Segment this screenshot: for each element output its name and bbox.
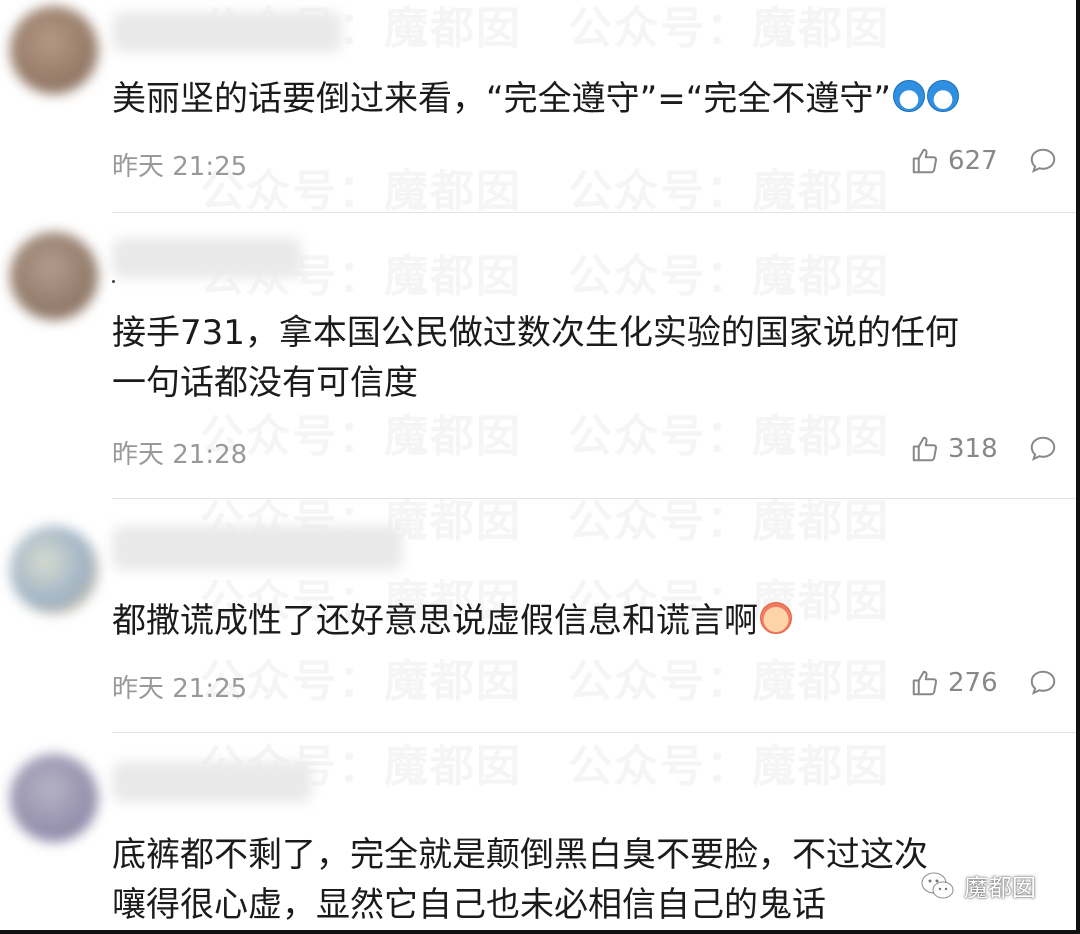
username-blurred[interactable]	[112, 526, 402, 570]
comment-text-content: 都撒谎成性了还好意思说虚假信息和谎言啊	[112, 601, 758, 641]
comment-text: 都撒谎成性了还好意思说虚假信息和谎言啊	[112, 596, 1058, 646]
comment-timestamp: 昨天 21:28	[112, 440, 248, 470]
username-blurred[interactable]	[112, 238, 302, 278]
comment-screenshot: 公众号：魔都囡 公众号：魔都囡 公众号：魔都囡 公众号：魔都囡 公众号：魔都囡 …	[0, 0, 1080, 934]
avatar[interactable]	[10, 754, 98, 842]
avatar[interactable]	[10, 526, 98, 614]
like-count: 318	[948, 434, 998, 464]
wechat-icon	[921, 872, 954, 898]
comment-timestamp: 昨天 21:25	[112, 152, 248, 182]
comment-text: 底裤都不剩了，完全就是颠倒黑白臭不要脸，不过这次 嚷得很心虚，显然它自己也未必相…	[112, 835, 928, 925]
like-button[interactable]: 276	[910, 668, 998, 698]
username-blurred[interactable]	[112, 762, 312, 802]
comment-text: 接手731，拿本国公民做过数次生化实验的国家说的任何 一句话都没有可信度	[112, 313, 959, 403]
doraemon-emoji-icon	[892, 80, 925, 112]
divider	[112, 732, 1076, 733]
comment-item: 都撒谎成性了还好意思说虚假信息和谎言啊 昨天 21:25 276	[0, 500, 1076, 734]
like-count: 276	[948, 668, 998, 698]
reply-icon[interactable]	[1028, 668, 1058, 698]
reply-icon[interactable]	[1028, 146, 1058, 176]
avatar[interactable]	[10, 6, 98, 94]
comment-text: 美丽坚的话要倒过来看，“完全遵守”=“完全不遵守”	[112, 74, 1058, 124]
brand-label: 魔都囡	[964, 874, 1036, 902]
like-button[interactable]: 318	[910, 434, 998, 464]
comment-item: 美丽坚的话要倒过来看，“完全遵守”=“完全不遵守” 昨天 21:25 627	[0, 0, 1076, 214]
comment-text-content: 美丽坚的话要倒过来看，“完全遵守”=“完全不遵守”	[112, 79, 891, 119]
comment-item: 接手731，拿本国公民做过数次生化实验的国家说的任何 一句话都没有可信度 昨天 …	[0, 214, 1076, 500]
brand-watermark: 魔都囡	[920, 868, 1036, 903]
grin-emoji-icon	[760, 602, 792, 634]
reply-icon[interactable]	[1028, 434, 1058, 464]
like-count: 627	[948, 146, 998, 176]
divider	[112, 212, 1076, 213]
username-dot	[112, 280, 115, 283]
divider	[112, 498, 1076, 499]
comment-item: 底裤都不剩了，完全就是颠倒黑白臭不要脸，不过这次 嚷得很心虚，显然它自己也未必相…	[0, 734, 1076, 930]
thumbs-up-icon	[912, 670, 938, 696]
username-blurred[interactable]	[112, 12, 342, 52]
thumbs-up-icon	[912, 148, 938, 174]
doraemon-emoji-icon	[926, 80, 959, 112]
like-button[interactable]: 627	[910, 146, 998, 176]
thumbs-up-icon	[912, 436, 938, 462]
comment-timestamp: 昨天 21:25	[112, 674, 248, 704]
avatar[interactable]	[10, 232, 98, 320]
